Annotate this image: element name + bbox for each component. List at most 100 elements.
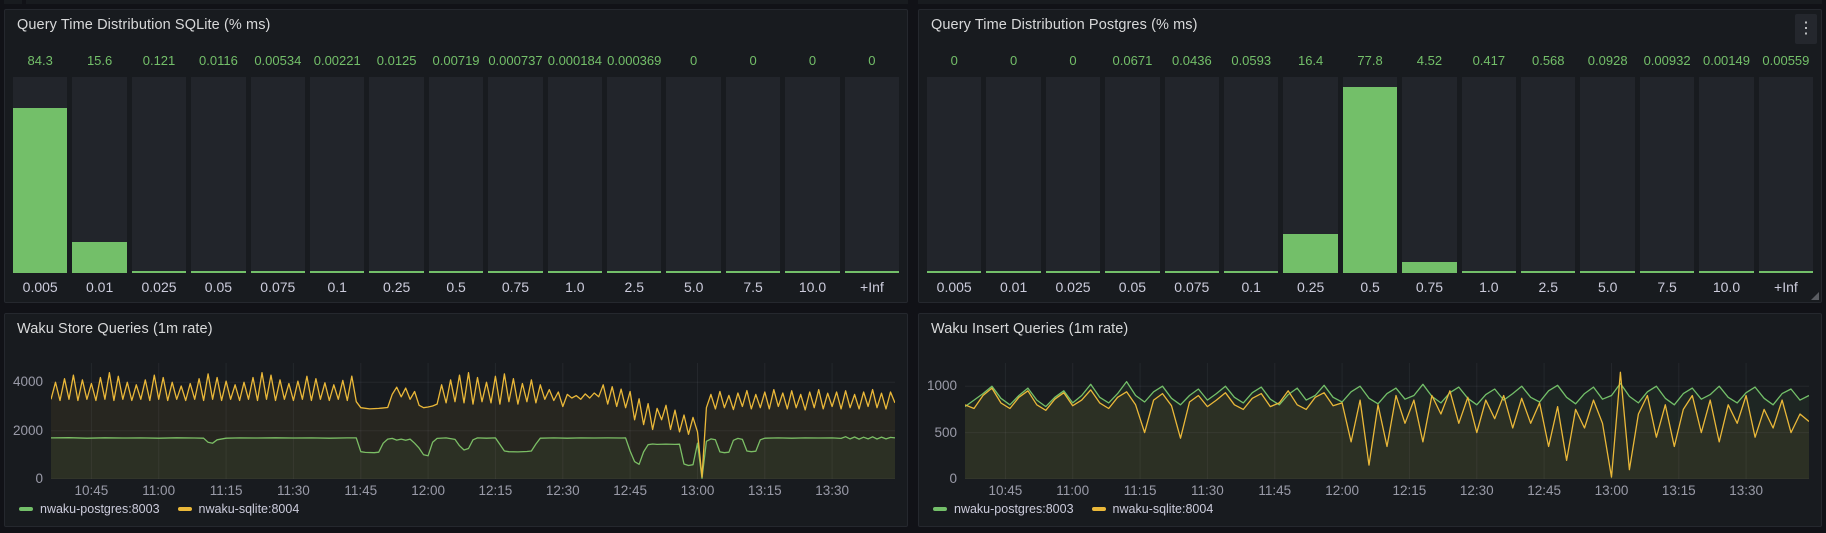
histogram-column: 0.00559+Inf — [1759, 53, 1813, 299]
histogram-column: 00.005 — [927, 53, 981, 299]
histogram-bar — [927, 77, 981, 273]
bar-value-label: 77.8 — [1343, 53, 1397, 69]
histogram-bar-fill — [1402, 262, 1456, 273]
bucket-label: 5.0 — [1580, 273, 1634, 299]
panel-menu-icon[interactable]: ⋮ — [1795, 14, 1817, 44]
bucket-label: 0.5 — [429, 273, 483, 299]
x-axis-label: 11:15 — [1115, 483, 1165, 498]
histogram-column: 0.4171.0 — [1462, 53, 1516, 299]
insert-queries-plot[interactable] — [965, 363, 1809, 479]
histogram-bar — [1640, 77, 1694, 273]
panel-title[interactable]: Query Time Distribution Postgres (% ms) — [931, 17, 1198, 33]
legend-label: nwaku-postgres:8003 — [40, 502, 160, 516]
histogram-column: 0.5682.5 — [1521, 53, 1575, 299]
bar-value-label: 0.00932 — [1640, 53, 1694, 69]
histogram-column: 07.5 — [726, 53, 780, 299]
bar-value-label: 0 — [986, 53, 1040, 69]
y-axis-label: 0 — [919, 471, 957, 486]
legend: nwaku-postgres:8003 nwaku-sqlite:8004 — [19, 502, 299, 516]
bar-value-label: 15.6 — [72, 53, 126, 69]
grafana-dashboard: Query Time Distribution SQLite (% ms) 84… — [0, 0, 1826, 533]
bucket-label: 1.0 — [548, 273, 602, 299]
histogram-bar-fill — [13, 108, 67, 273]
histogram-bar-fill — [251, 271, 305, 273]
panel-waku-insert-queries: Waku Insert Queries (1m rate) 05001000 1… — [918, 313, 1822, 527]
panel-title[interactable]: Waku Insert Queries (1m rate) — [931, 321, 1128, 337]
bar-value-label: 0 — [845, 53, 899, 69]
bucket-label: 0.005 — [13, 273, 67, 299]
bar-value-label: 0.00149 — [1699, 53, 1753, 69]
x-axis-label: 12:15 — [1384, 483, 1434, 498]
bar-value-label: 0.000184 — [548, 53, 602, 69]
legend-swatch-icon — [178, 507, 192, 511]
histogram-bar-fill — [488, 271, 542, 273]
histogram-column: 0.1210.025 — [132, 53, 186, 299]
bucket-label: 0.75 — [488, 273, 542, 299]
bar-value-label: 0.000369 — [607, 53, 661, 69]
panel-resize-handle-icon[interactable] — [1811, 292, 1819, 300]
histogram-bar — [191, 77, 245, 273]
histogram-column: 0.000184 1.0 — [548, 53, 602, 299]
bucket-label: 0.075 — [1165, 273, 1219, 299]
bar-value-label: 0.0116 — [191, 53, 245, 69]
histogram-bar — [132, 77, 186, 273]
histogram-bar — [72, 77, 126, 273]
bucket-label: 0.05 — [191, 273, 245, 299]
legend-swatch-icon — [1092, 507, 1106, 511]
bar-value-label: 0 — [726, 53, 780, 69]
legend-item[interactable]: nwaku-postgres:8003 — [933, 502, 1074, 516]
histogram-column: 0.09285.0 — [1580, 53, 1634, 299]
histogram-bar — [845, 77, 899, 273]
x-axis-label: 13:30 — [1721, 483, 1771, 498]
histogram-column: 0.0007370.75 — [488, 53, 542, 299]
histogram-bar-fill — [1640, 271, 1694, 273]
histogram-bar — [1462, 77, 1516, 273]
legend: nwaku-postgres:8003 nwaku-sqlite:8004 — [933, 502, 1213, 516]
histogram-bar — [488, 77, 542, 273]
histogram-bar — [607, 77, 661, 273]
x-axis-label: 11:30 — [1182, 483, 1232, 498]
histogram-bar — [666, 77, 720, 273]
histogram-bar-fill — [927, 271, 981, 273]
legend-item[interactable]: nwaku-sqlite:8004 — [178, 502, 300, 516]
histogram-bar — [1521, 77, 1575, 273]
bucket-label: 0.05 — [1105, 273, 1159, 299]
x-axis-label: 11:15 — [201, 483, 251, 498]
histogram-bar — [251, 77, 305, 273]
histogram-bar-fill — [666, 271, 720, 273]
x-axis-label: 11:45 — [336, 483, 386, 498]
x-axis-label: 13:00 — [673, 483, 723, 498]
bucket-label: 10.0 — [785, 273, 839, 299]
partial-panel-above — [26, 0, 908, 4]
histogram-bar — [13, 77, 67, 273]
panel-title[interactable]: Waku Store Queries (1m rate) — [17, 321, 213, 337]
x-axis-label: 12:45 — [605, 483, 655, 498]
histogram-bar — [726, 77, 780, 273]
bucket-label: 0.01 — [986, 273, 1040, 299]
legend-item[interactable]: nwaku-sqlite:8004 — [1092, 502, 1214, 516]
bucket-label: 0.01 — [72, 273, 126, 299]
histogram-column: 0.01250.25 — [369, 53, 423, 299]
histogram-bar-fill — [1165, 271, 1219, 273]
histogram-bar-fill — [1521, 271, 1575, 273]
bucket-label: 0.1 — [310, 273, 364, 299]
histogram-bar — [1224, 77, 1278, 273]
histogram-bar-fill — [310, 271, 364, 273]
store-queries-plot[interactable] — [51, 363, 895, 479]
legend-swatch-icon — [933, 507, 947, 511]
histogram-bar-fill — [607, 271, 661, 273]
histogram-bar-fill — [726, 271, 780, 273]
histogram-bar — [1343, 77, 1397, 273]
legend-item[interactable]: nwaku-postgres:8003 — [19, 502, 160, 516]
panel-title[interactable]: Query Time Distribution SQLite (% ms) — [17, 17, 271, 33]
histogram-bar — [1165, 77, 1219, 273]
panel-waku-store-queries: Waku Store Queries (1m rate) 020004000 1… — [4, 313, 908, 527]
bar-value-label: 0.00534 — [251, 53, 305, 69]
x-axis-label: 12:45 — [1519, 483, 1569, 498]
bucket-label: 0.005 — [927, 273, 981, 299]
bucket-label: 0.75 — [1402, 273, 1456, 299]
histogram-bar-fill — [132, 271, 186, 273]
bucket-label: 0.5 — [1343, 273, 1397, 299]
x-axis-label: 13:15 — [1654, 483, 1704, 498]
histogram-column: 0.007190.5 — [429, 53, 483, 299]
